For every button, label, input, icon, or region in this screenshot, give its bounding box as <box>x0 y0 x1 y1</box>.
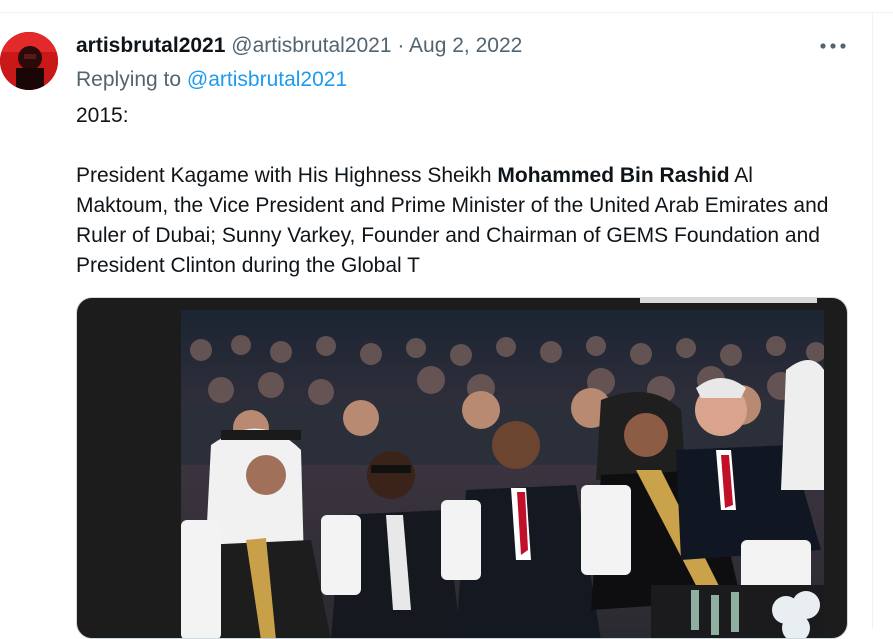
media-scroll-indicator <box>640 298 817 303</box>
header-separator: · <box>397 34 405 57</box>
tweet-media[interactable] <box>76 297 848 639</box>
tweet-text-bold: Mohammed Bin Rashid <box>497 164 730 187</box>
column-border <box>872 12 873 629</box>
more-options-button[interactable] <box>818 34 848 58</box>
more-horizontal-icon <box>820 43 846 49</box>
tweet-text-line: 2015: <box>76 104 129 127</box>
event-photo[interactable] <box>181 310 824 639</box>
tweet-text-paragraph: President Kagame with His Highness Sheik… <box>76 161 836 281</box>
tweet-header: artisbrutal2021 @artisbrutal2021 · Aug 2… <box>76 34 522 58</box>
replying-to: Replying to @artisbrutal2021 <box>76 68 347 92</box>
avatar-image <box>0 32 58 90</box>
author-handle[interactable]: @artisbrutal2021 <box>231 34 391 57</box>
tweet-text: 2015: President Kagame with His Highness… <box>76 101 836 281</box>
replying-handle-link[interactable]: @artisbrutal2021 <box>187 68 347 91</box>
tweet-text-segment: President Kagame with His Highness Sheik… <box>76 164 498 187</box>
top-divider <box>0 12 893 13</box>
avatar[interactable] <box>0 32 58 90</box>
tweet-date[interactable]: Aug 2, 2022 <box>409 34 522 57</box>
replying-prefix: Replying to <box>76 68 187 91</box>
author-name[interactable]: artisbrutal2021 <box>76 34 225 57</box>
